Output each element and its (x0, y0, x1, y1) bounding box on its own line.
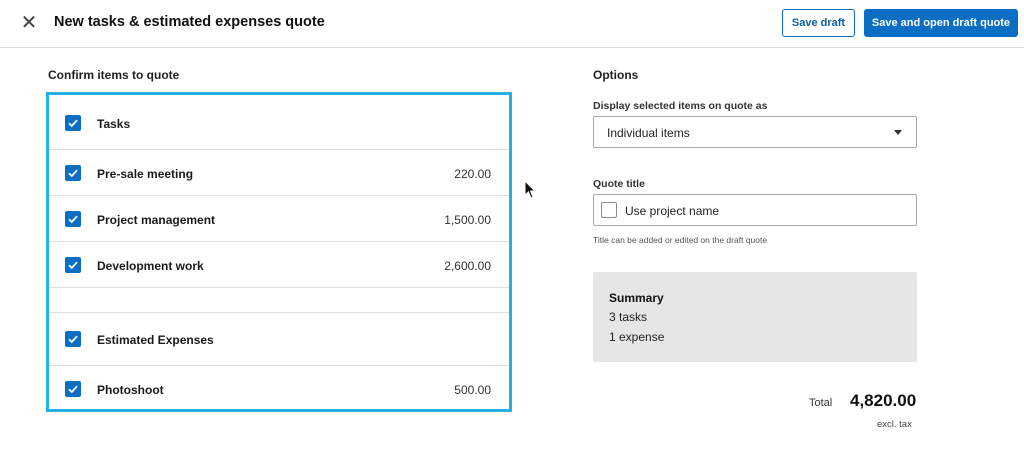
tasks-group-label: Tasks (97, 117, 131, 131)
quote-title-field[interactable]: Use project name (593, 194, 917, 226)
list-item[interactable]: Photoshoot 500.00 (49, 366, 509, 409)
page-title: New tasks & estimated expenses quote (54, 14, 325, 30)
checkmark-icon (68, 335, 78, 344)
list-item[interactable]: Pre-sale meeting 220.00 (49, 150, 509, 196)
item-checkbox[interactable] (65, 165, 81, 181)
tasks-group-row[interactable]: Tasks (49, 95, 509, 150)
quote-title-hint: Title can be added or edited on the draf… (593, 235, 768, 245)
chevron-down-icon (894, 130, 902, 135)
list-item[interactable]: Development work 2,600.00 (49, 242, 509, 288)
close-icon[interactable]: ✕ (20, 12, 38, 34)
display-as-value: Individual items (607, 126, 690, 140)
item-label: Photoshoot (97, 383, 164, 397)
use-project-name-label: Use project name (625, 204, 720, 218)
summary-title: Summary (609, 291, 664, 305)
item-label: Pre-sale meeting (97, 167, 194, 181)
checkmark-icon (68, 119, 78, 128)
mouse-pointer-icon (524, 180, 536, 199)
item-amount: 1,500.00 (444, 213, 491, 227)
checkmark-icon (68, 215, 78, 224)
item-label: Project management (97, 213, 216, 227)
item-amount: 220.00 (454, 167, 491, 181)
total-value: 4,820.00 (850, 391, 917, 410)
summary-expenses-count: 1 expense (609, 330, 665, 344)
checkmark-icon (68, 169, 78, 178)
summary-panel: Summary 3 tasks 1 expense (593, 272, 917, 362)
save-draft-button[interactable]: Save draft (782, 9, 855, 37)
item-checkbox[interactable] (65, 257, 81, 273)
confirm-items-heading: Confirm items to quote (48, 68, 180, 82)
expenses-group-row[interactable]: Estimated Expenses (49, 313, 509, 366)
save-and-open-draft-button[interactable]: Save and open draft quote (864, 9, 1018, 37)
header-bar: ✕ New tasks & estimated expenses quote S… (0, 0, 1024, 48)
items-list: Tasks Pre-sale meeting 220.00 Project ma… (46, 92, 512, 412)
excl-tax-note: excl. tax (877, 419, 912, 430)
options-heading: Options (593, 68, 639, 82)
display-as-select[interactable]: Individual items (593, 116, 917, 148)
tasks-group-checkbox[interactable] (65, 115, 81, 131)
item-amount: 2,600.00 (444, 259, 491, 273)
total-label: Total (809, 397, 833, 409)
checkmark-icon (68, 261, 78, 270)
group-spacer (49, 288, 509, 313)
summary-tasks-count: 3 tasks (609, 310, 648, 324)
list-item[interactable]: Project management 1,500.00 (49, 196, 509, 242)
display-as-label: Display selected items on quote as (593, 100, 768, 112)
checkmark-icon (68, 385, 78, 394)
item-amount: 500.00 (454, 383, 491, 397)
item-checkbox[interactable] (65, 381, 81, 397)
expenses-group-checkbox[interactable] (65, 331, 81, 347)
use-project-name-checkbox[interactable] (601, 202, 617, 218)
item-label: Development work (97, 259, 204, 273)
item-checkbox[interactable] (65, 211, 81, 227)
expenses-group-label: Estimated Expenses (97, 333, 214, 347)
quote-title-label: Quote title (593, 178, 645, 190)
